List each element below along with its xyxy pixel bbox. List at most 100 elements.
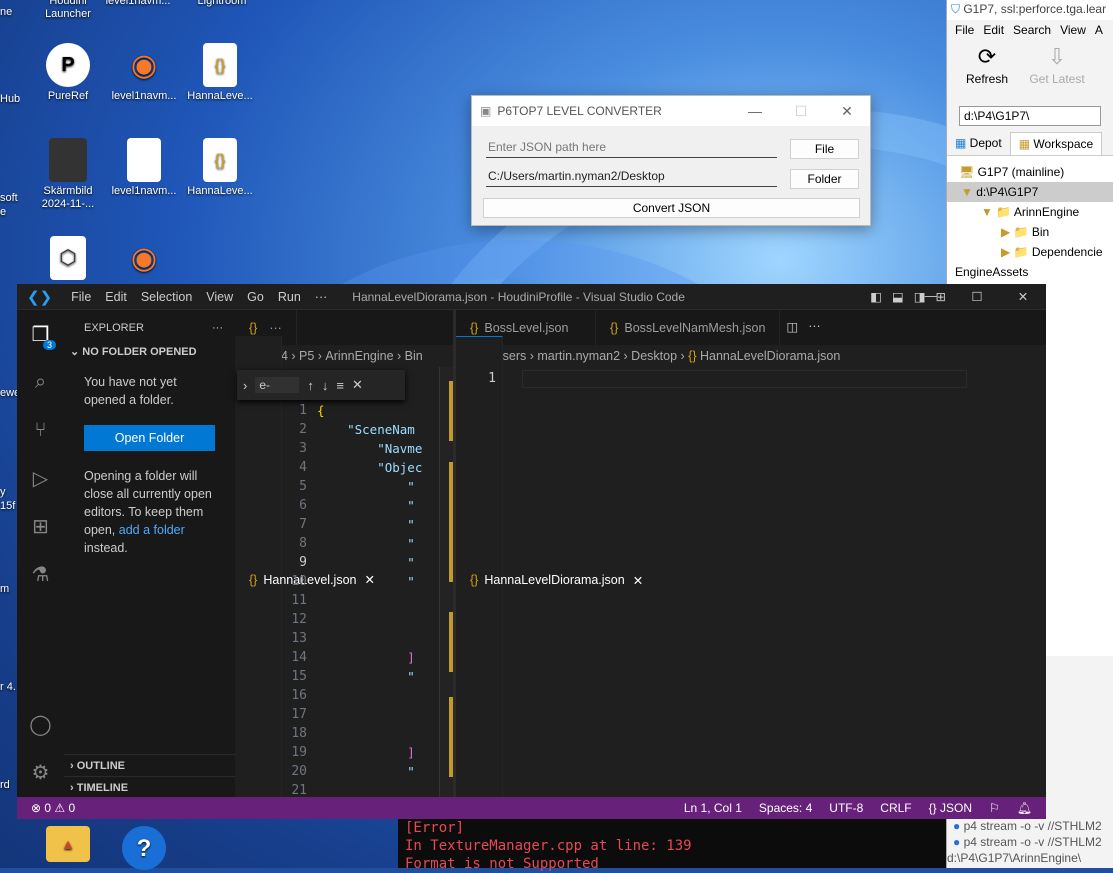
close-button[interactable]: ✕: [824, 96, 870, 126]
tree-item[interactable]: 🖥 G1P7 (mainline): [947, 162, 1113, 182]
edge-label: Hub: [0, 93, 20, 105]
cursor-position[interactable]: Ln 1, Col 1: [684, 801, 742, 815]
desktop-label-level1navm-top[interactable]: level1navm...: [98, 0, 178, 8]
desktop-icon-folder-bottom[interactable]: ▲: [28, 826, 108, 865]
p4-menu-more[interactable]: A: [1095, 23, 1103, 37]
vscode-minimize-button[interactable]: —: [908, 289, 954, 304]
breadcrumb-item[interactable]: HannaLevelDiorama.json: [700, 349, 840, 363]
editor-more-icon[interactable]: ···: [269, 321, 282, 335]
tab-close-icon[interactable]: ✕: [633, 573, 643, 588]
problems-status[interactable]: ⊗ 0 ⚠ 0: [17, 801, 75, 815]
vscode-maximize-button[interactable]: ☐: [954, 289, 1000, 304]
find-input[interactable]: e-: [255, 377, 300, 393]
open-folder-button[interactable]: Open Folder: [84, 425, 215, 451]
tab-hannaleveldiorama[interactable]: {} HannaLevelDiorama.json ✕: [456, 336, 643, 819]
line-endings[interactable]: CRLF: [880, 801, 911, 815]
menu-edit[interactable]: Edit: [98, 290, 134, 304]
refresh-button[interactable]: ⟳ Refresh: [957, 44, 1017, 96]
editor-more-actions-icon[interactable]: ···: [804, 310, 825, 345]
desktop-icon-level1navm-file[interactable]: level1navm...: [104, 138, 184, 198]
menu-view[interactable]: View: [199, 290, 240, 304]
get-latest-icon: ⇩: [1047, 44, 1067, 69]
p4v-toolbar: ⟳ Refresh ⇩ Get Latest: [947, 40, 1113, 100]
manage-gear-icon[interactable]: ⚙: [17, 748, 64, 796]
testing-icon[interactable]: ⚗: [17, 550, 64, 598]
explorer-icon[interactable]: ❐ 3: [17, 310, 64, 358]
get-latest-label: Get Latest: [1029, 72, 1085, 86]
get-latest-button[interactable]: ⇩ Get Latest: [1027, 44, 1087, 96]
tree-item[interactable]: ▶ 📁 Dependencie: [947, 242, 1113, 262]
desktop-icon-help[interactable]: ?: [104, 826, 184, 873]
encoding[interactable]: UTF-8: [829, 801, 863, 815]
menu-more[interactable]: ···: [308, 290, 335, 304]
desktop-icon-json-2[interactable]: {} HannaLeve...: [180, 138, 260, 198]
desktop-icon-blender-2[interactable]: ◉: [104, 236, 184, 283]
terminal-line: In TextureManager.cpp at line: 139: [405, 838, 692, 854]
menu-selection[interactable]: Selection: [134, 290, 199, 304]
desktop-label-lightroom[interactable]: Lightroom: [182, 0, 262, 8]
folder-path-input[interactable]: C:/Users/martin.nyman2/Desktop: [486, 167, 777, 187]
tab-label: {}: [249, 320, 258, 335]
vscode-close-button[interactable]: ✕: [1000, 289, 1046, 304]
desktop-icon-json-1[interactable]: {} HannaLeve...: [180, 43, 260, 103]
breadcrumb-item[interactable]: Bin: [405, 349, 423, 363]
minimize-button[interactable]: —: [732, 96, 778, 126]
screenshot-icon: [49, 138, 87, 182]
menu-go[interactable]: Go: [240, 290, 271, 304]
tree-item[interactable]: ▶ 📁 Bin: [947, 222, 1113, 242]
desktop-icon-pureref[interactable]: P PureRef: [28, 43, 108, 103]
p4-menu-edit[interactable]: Edit: [983, 23, 1004, 37]
log-line: d:\P4\G1P7\ArinnEngine\: [947, 850, 1113, 866]
breadcrumb-item[interactable]: ArinnEngine: [325, 349, 393, 363]
p4-menu-file[interactable]: File: [955, 23, 974, 37]
indentation[interactable]: Spaces: 4: [759, 801, 812, 815]
p4-menu-view[interactable]: View: [1060, 23, 1086, 37]
add-folder-link[interactable]: add a folder: [119, 523, 185, 537]
find-previous-icon[interactable]: ↑: [307, 378, 314, 393]
tab-workspace-label: Workspace: [1033, 137, 1094, 151]
notifications-icon[interactable]: 🔔︎: [1017, 801, 1032, 815]
language-mode[interactable]: {} JSON: [929, 801, 972, 815]
tree-item[interactable]: ▼ 📁 ArinnEngine: [947, 202, 1113, 222]
desktop-icon-blender-1[interactable]: ◉ level1navm...: [104, 43, 184, 103]
json-path-input[interactable]: Enter JSON path here: [486, 138, 777, 158]
menu-file[interactable]: File: [64, 290, 98, 304]
tree-item[interactable]: ▼ d:\P4\G1P7: [947, 182, 1113, 202]
tab-workspace[interactable]: ▦ Workspace: [1009, 132, 1103, 155]
convert-json-button[interactable]: Convert JSON: [483, 198, 860, 218]
desktop-icon-screenshot[interactable]: Skärmbild 2024-11-...: [28, 138, 108, 211]
split-editor-icon[interactable]: ◫: [780, 310, 804, 345]
tab-label: BossLevelNamMesh.json: [624, 320, 766, 335]
tab-depot[interactable]: ▦ Depot: [947, 132, 1010, 155]
tab-bosslevelnammesh[interactable]: {} BossLevelNamMesh.json: [596, 310, 781, 345]
workspace-path-field[interactable]: d:\P4\G1P7\: [959, 106, 1101, 126]
accounts-icon[interactable]: ◯: [17, 700, 64, 748]
menu-run[interactable]: Run: [271, 290, 308, 304]
breadcrumb-item[interactable]: P5: [299, 349, 314, 363]
run-debug-icon[interactable]: ▷: [17, 454, 64, 502]
current-line-highlight[interactable]: [522, 370, 967, 388]
source-control-icon[interactable]: ⑂: [17, 406, 64, 454]
outline-section[interactable]: › OUTLINE: [64, 754, 235, 776]
find-toggle-replace-icon[interactable]: ›: [243, 378, 247, 393]
search-icon[interactable]: ⌕: [17, 358, 64, 406]
folder-button[interactable]: Folder: [790, 169, 859, 189]
file-button[interactable]: File: [790, 139, 859, 159]
desktop-icon-package[interactable]: ⬡: [28, 236, 108, 283]
desktop-label-houdini[interactable]: Houdini Launcher: [28, 0, 108, 21]
maximize-button[interactable]: ☐: [778, 96, 824, 126]
breadcrumb-item[interactable]: Desktop: [631, 349, 677, 363]
tree-item[interactable]: EngineAssets: [947, 262, 1113, 282]
feedback-icon[interactable]: ⚐: [989, 801, 1000, 815]
toggle-sidebar-icon[interactable]: ◧: [870, 289, 882, 304]
breadcrumb-item[interactable]: martin.nyman2: [537, 349, 620, 363]
find-selection-icon[interactable]: ≡: [336, 378, 344, 393]
toggle-panel-icon[interactable]: ⬓: [892, 289, 904, 304]
p4-menu-search[interactable]: Search: [1013, 23, 1051, 37]
no-folder-header[interactable]: ⌄ NO FOLDER OPENED: [64, 345, 235, 367]
extensions-icon[interactable]: ⊞: [17, 502, 64, 550]
explorer-more-icon[interactable]: ···: [212, 322, 223, 334]
timeline-section[interactable]: › TIMELINE: [64, 776, 235, 798]
find-next-icon[interactable]: ↓: [322, 378, 329, 393]
find-close-icon[interactable]: ✕: [352, 377, 363, 393]
